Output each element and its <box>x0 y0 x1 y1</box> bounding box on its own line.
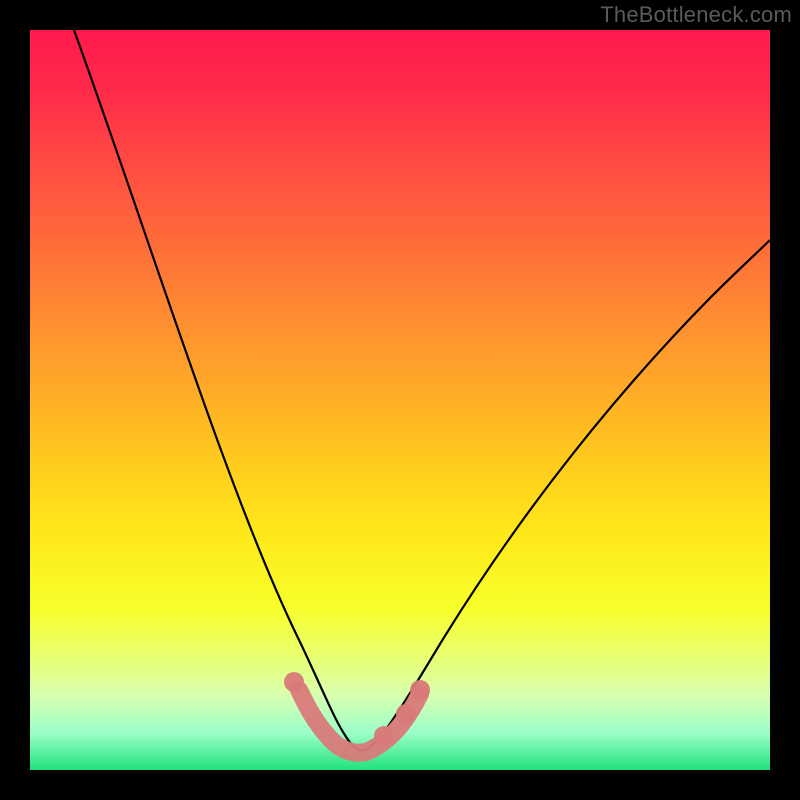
bottleneck-curve <box>74 30 770 751</box>
watermark-text: TheBottleneck.com <box>600 2 792 28</box>
marker-dot <box>374 726 394 746</box>
chart-plot-area <box>30 30 770 770</box>
bottleneck-curve-svg <box>30 30 770 770</box>
chart-frame: TheBottleneck.com <box>0 0 800 800</box>
marker-dot <box>396 704 416 724</box>
marker-dot <box>410 680 430 700</box>
marker-dot <box>284 672 304 692</box>
